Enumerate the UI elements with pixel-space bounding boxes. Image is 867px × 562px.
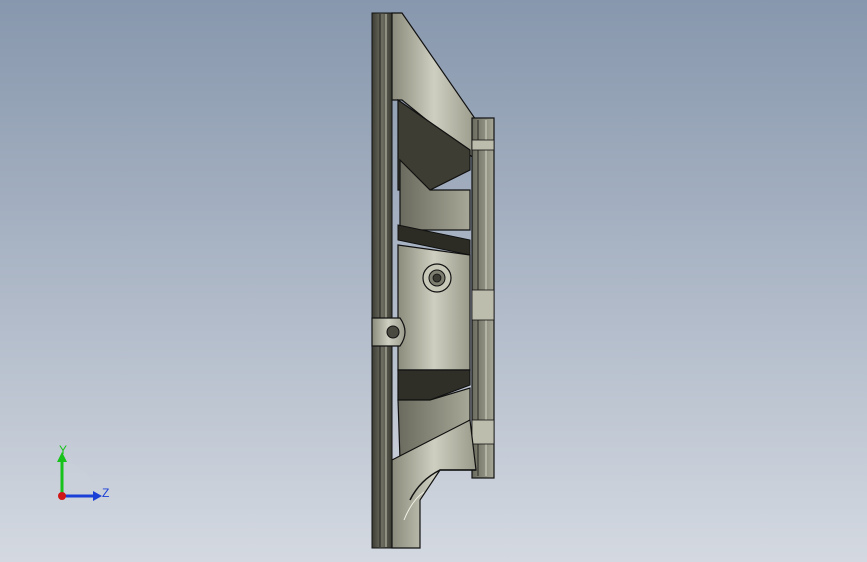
flange-plate[interactable] [371, 12, 393, 549]
lower-web[interactable] [391, 369, 477, 549]
graphics-viewport[interactable]: Y Z [0, 0, 867, 562]
view-triad [57, 452, 102, 501]
z-axis-label: Z [102, 486, 110, 500]
x-axis-origin [58, 492, 66, 500]
side-lug[interactable] [371, 317, 406, 347]
y-axis-label: Y [59, 443, 68, 457]
upper-web[interactable] [391, 12, 477, 256]
cad-model[interactable] [0, 0, 867, 562]
right-boss[interactable] [471, 117, 495, 479]
central-pocket[interactable] [397, 244, 471, 371]
